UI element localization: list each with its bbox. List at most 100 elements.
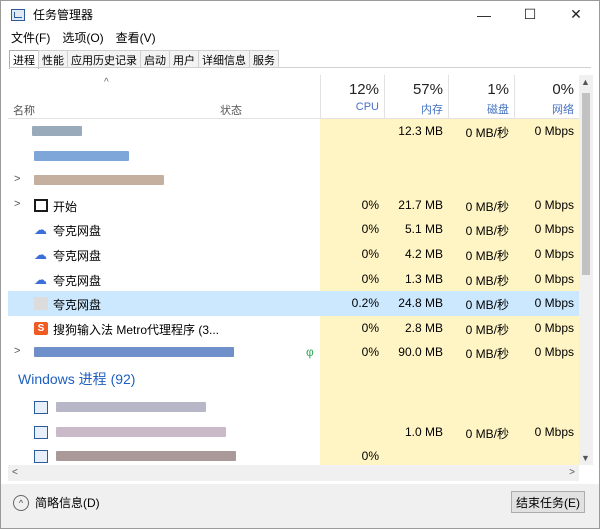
cell-memory: 12.3 MB [384,119,448,144]
footer-bar: ^ 简略信息(D) 结束任务(E) [1,484,599,528]
column-cpu[interactable]: 12% CPU [320,75,384,119]
network-percent: 0% [552,81,574,98]
process-rows: 12.3 MB 0 MB/秒 0 Mbps > > 开始 0% 21.7 MB … [8,119,579,465]
cell-disk: 0 MB/秒 [448,315,514,341]
table-row[interactable]: 0% [8,444,579,465]
cell-cpu [320,364,384,395]
process-name: 夸克网盘 [53,224,102,239]
vertical-scrollbar[interactable]: ▲ ▼ [579,75,593,465]
cell-network [514,364,579,395]
cell-memory [384,143,448,169]
cell-disk: 0 MB/秒 [448,419,514,445]
menu-bar: 文件(F) 选项(O) 查看(V) [1,28,162,47]
expand-chevron-icon[interactable]: > [14,345,20,357]
process-icon [34,450,48,464]
cell-disk [448,364,514,395]
menu-view[interactable]: 查看(V) [110,29,162,46]
cell-disk: 0 MB/秒 [448,241,514,267]
redacted-name [34,175,164,186]
cell-memory: 2.8 MB [384,315,448,341]
table-row[interactable]: S 搜狗输入法 Metro代理程序 (3... 0% 2.8 MB 0 MB/秒… [8,315,579,341]
cell-network: 0 Mbps [514,266,579,292]
tab-users[interactable]: 用户 [169,50,199,68]
column-memory[interactable]: 57% 内存 [384,75,448,119]
redacted-name [56,451,236,462]
table-row[interactable]: ☁ 夸克网盘 0% 4.2 MB 0 MB/秒 0 Mbps [8,241,579,267]
chevron-up-circle-icon: ^ [13,494,29,511]
scroll-right-icon[interactable]: > [569,467,575,478]
cell-disk [448,143,514,169]
table-row[interactable]: > 开始 0% 21.7 MB 0 MB/秒 0 Mbps [8,192,579,218]
cell-network: 0 Mbps [514,192,579,218]
cloud-icon: ☁ [34,222,47,238]
scroll-up-icon[interactable]: ▲ [581,77,590,87]
windows-processes-group-label: Windows 进程 (92) [18,370,136,387]
scroll-thumb[interactable] [582,93,590,275]
cell-network [514,394,579,420]
cell-disk [448,444,514,465]
cell-cpu: 0% [320,266,384,292]
cell-disk [448,168,514,193]
cell-network: 0 Mbps [514,340,579,365]
cell-network: 0 Mbps [514,291,579,316]
memory-percent: 57% [412,81,443,98]
cell-memory [384,444,448,465]
sort-indicator-icon: ^ [104,77,109,88]
table-row[interactable] [8,143,579,169]
end-task-button[interactable]: 结束任务(E) [511,491,585,513]
table-row-selected[interactable]: 夸克网盘 0.2% 24.8 MB 0 MB/秒 0 Mbps [8,291,579,316]
minimize-button[interactable]: — [461,1,507,28]
table-row[interactable]: ☁ 夸克网盘 0% 1.3 MB 0 MB/秒 0 Mbps [8,266,579,292]
process-name: 开始 [53,199,78,214]
efficiency-leaf-icon: φ [306,345,314,360]
close-button[interactable]: ✕ [553,1,599,28]
table-row[interactable]: 1.0 MB 0 MB/秒 0 Mbps [8,419,579,445]
table-row[interactable] [8,394,579,420]
expand-chevron-icon[interactable]: > [14,198,20,210]
process-name: 夸克网盘 [53,298,102,313]
cell-memory: 1.0 MB [384,419,448,445]
scroll-left-icon[interactable]: < [12,467,18,478]
maximize-button[interactable]: ☐ [507,1,553,28]
tab-performance[interactable]: 性能 [38,50,68,68]
process-name: 搜狗输入法 Metro代理程序 (3... [53,322,220,337]
column-disk[interactable]: 1% 磁盘 [448,75,514,119]
cell-memory [384,394,448,420]
expand-chevron-icon[interactable]: > [14,173,20,185]
tab-details[interactable]: 详细信息 [198,50,250,68]
table-row[interactable]: > [8,168,579,193]
cell-network [514,444,579,465]
cpu-label: CPU [355,101,379,113]
group-header[interactable]: Windows 进程 (92) [8,364,579,395]
cell-disk: 0 MB/秒 [448,340,514,365]
tab-startup[interactable]: 启动 [140,50,170,68]
cell-cpu: 0% [320,315,384,341]
cell-memory: 24.8 MB [384,291,448,316]
tab-app-history[interactable]: 应用历史记录 [67,50,141,68]
tab-services[interactable]: 服务 [249,50,279,68]
redacted-name [34,347,234,358]
column-name[interactable]: 名称 [13,102,35,118]
redacted-name [34,150,129,161]
column-network[interactable]: 0% 网络 [514,75,579,119]
window-title: 任务管理器 [33,8,94,22]
horizontal-scrollbar[interactable]: < > [8,465,579,481]
cell-cpu: 0% [320,192,384,218]
process-name: 夸克网盘 [53,248,102,263]
fewer-details-button[interactable]: ^ 简略信息(D) [13,494,100,511]
cell-disk [448,394,514,420]
cell-cpu [320,143,384,169]
window-controls: — ☐ ✕ [461,1,599,28]
table-row[interactable]: ☁ 夸克网盘 0% 5.1 MB 0 MB/秒 0 Mbps [8,217,579,242]
menu-options[interactable]: 选项(O) [56,29,109,46]
column-status[interactable]: 状态 [220,102,242,118]
menu-file[interactable]: 文件(F) [5,29,56,46]
table-row[interactable]: > φ 0% 90.0 MB 0 MB/秒 0 Mbps [8,340,579,365]
scroll-down-icon[interactable]: ▼ [581,453,590,463]
cloud-icon: ☁ [34,246,47,262]
table-row[interactable]: 12.3 MB 0 MB/秒 0 Mbps [8,119,579,144]
cloud-icon: ☁ [34,271,47,287]
cell-cpu [320,119,384,144]
cell-network: 0 Mbps [514,419,579,445]
network-label: 网络 [552,104,574,116]
